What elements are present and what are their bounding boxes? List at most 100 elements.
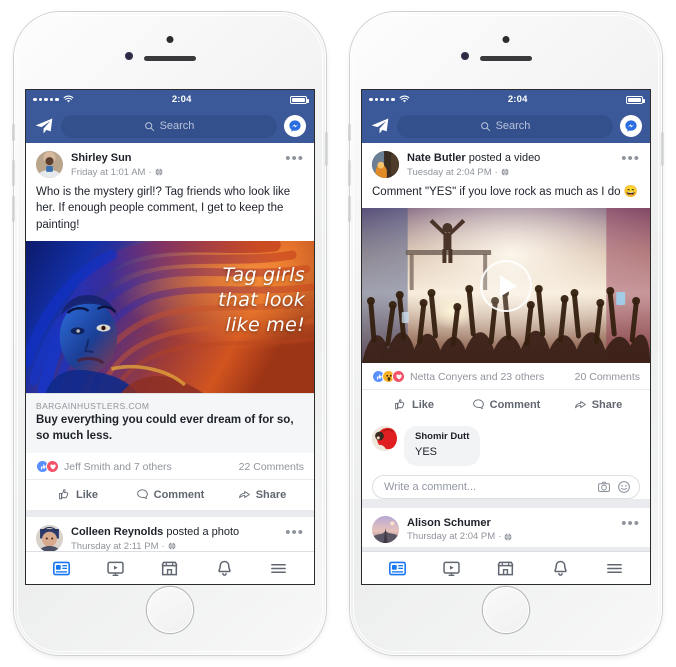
post-video[interactable] bbox=[362, 208, 650, 364]
home-button[interactable] bbox=[147, 587, 193, 633]
globe-icon bbox=[168, 542, 176, 550]
news-feed-icon bbox=[388, 561, 406, 575]
avatar[interactable] bbox=[36, 151, 63, 178]
comment-author[interactable]: Shomir Dutt bbox=[415, 431, 469, 443]
earpiece-speaker bbox=[144, 56, 196, 61]
sidebar-item-watch[interactable] bbox=[442, 559, 461, 578]
comment-avatar[interactable] bbox=[372, 426, 397, 452]
ellipsis-icon[interactable]: ••• bbox=[621, 516, 640, 531]
paper-plane-icon[interactable] bbox=[34, 116, 54, 136]
news-feed-icon bbox=[52, 561, 70, 575]
comment-input-placeholder: Write a comment... bbox=[384, 480, 477, 493]
volume-up-button[interactable] bbox=[348, 160, 351, 186]
post-header: Alison Schumer Thursday at 2:04 PM · ••• bbox=[362, 508, 650, 547]
love-reaction-icon bbox=[392, 370, 405, 384]
reaction-icons[interactable] bbox=[36, 460, 59, 474]
messenger-icon[interactable] bbox=[620, 115, 642, 137]
comment-button[interactable]: Comment bbox=[460, 395, 552, 414]
status-bar: 2:04 bbox=[26, 90, 314, 109]
reaction-text[interactable]: Netta Conyers and 23 others bbox=[410, 371, 544, 383]
storefront-icon bbox=[161, 561, 179, 575]
comments-count[interactable]: 20 Comments bbox=[575, 371, 640, 383]
play-button-icon[interactable] bbox=[480, 259, 532, 312]
status-bar: 2:04 bbox=[362, 90, 650, 109]
wifi-icon bbox=[63, 95, 73, 103]
ellipsis-icon[interactable]: ••• bbox=[285, 151, 304, 166]
sidebar-item-news-feed[interactable] bbox=[52, 559, 71, 578]
volume-down-button[interactable] bbox=[348, 196, 351, 222]
ellipsis-icon[interactable]: ••• bbox=[621, 151, 640, 166]
navigation-bar: Search bbox=[26, 109, 314, 143]
avatar[interactable] bbox=[36, 525, 63, 551]
silent-switch[interactable] bbox=[12, 124, 15, 141]
like-label: Like bbox=[75, 488, 98, 501]
sidebar-item-news-feed[interactable] bbox=[388, 559, 407, 578]
post-author[interactable]: Shirley Sun bbox=[71, 152, 277, 166]
bell-icon bbox=[554, 560, 567, 576]
ellipsis-icon[interactable]: ••• bbox=[285, 525, 304, 540]
post-timestamp: Tuesday at 2:04 PM bbox=[407, 166, 492, 178]
globe-icon bbox=[155, 168, 163, 176]
sidebar-item-menu[interactable] bbox=[269, 559, 288, 578]
avatar[interactable] bbox=[372, 151, 399, 178]
link-domain: BARGAINHUSTLERS.COM bbox=[36, 400, 150, 411]
share-label: Share bbox=[255, 488, 287, 501]
sidebar-item-notifications[interactable] bbox=[215, 559, 234, 578]
search-input[interactable]: Search bbox=[397, 114, 613, 138]
post-card: Colleen Reynolds posted a photo Thursday… bbox=[26, 517, 314, 551]
camera-icon[interactable] bbox=[597, 480, 611, 494]
sidebar-item-menu[interactable] bbox=[605, 559, 624, 578]
post-image[interactable]: Tag girls that look like me! bbox=[26, 240, 314, 393]
globe-icon bbox=[501, 168, 509, 176]
reaction-text[interactable]: Jeff Smith and 7 others bbox=[64, 461, 172, 473]
sidebar-item-marketplace[interactable] bbox=[160, 559, 179, 578]
share-button[interactable]: Share bbox=[552, 395, 644, 414]
power-button[interactable] bbox=[661, 132, 664, 166]
search-input[interactable]: Search bbox=[61, 114, 277, 138]
sidebar-item-notifications[interactable] bbox=[551, 559, 570, 578]
comment-label: Comment bbox=[153, 488, 205, 501]
post-card: Alison Schumer Thursday at 2:04 PM · ••• bbox=[362, 507, 650, 547]
comment-button[interactable]: Comment bbox=[124, 485, 216, 504]
messenger-icon[interactable] bbox=[284, 115, 306, 137]
screen-left: 2:04 Search Shirley Sun Friday at 1:01 A… bbox=[25, 89, 315, 585]
paper-plane-icon[interactable] bbox=[370, 116, 390, 136]
post-actions: Like Comment Share bbox=[362, 390, 650, 420]
globe-icon bbox=[504, 533, 512, 541]
thumbs-up-icon bbox=[395, 399, 405, 410]
post-action-text: posted a video bbox=[468, 152, 541, 164]
comment-text: YES bbox=[415, 445, 438, 458]
reaction-icons[interactable] bbox=[372, 370, 405, 384]
comments-count[interactable]: 22 Comments bbox=[239, 461, 304, 473]
post-author[interactable]: Colleen Reynolds posted a photo bbox=[71, 526, 277, 540]
like-button[interactable]: Like bbox=[32, 485, 124, 504]
post-author-name: Colleen Reynolds bbox=[71, 526, 164, 539]
post-author[interactable]: Alison Schumer bbox=[407, 517, 613, 531]
sidebar-item-marketplace[interactable] bbox=[496, 559, 515, 578]
volume-down-button[interactable] bbox=[12, 196, 15, 222]
power-button[interactable] bbox=[325, 132, 328, 166]
home-button[interactable] bbox=[483, 587, 529, 633]
volume-up-button[interactable] bbox=[12, 160, 15, 186]
search-placeholder: Search bbox=[159, 120, 195, 132]
post-author[interactable]: Nate Butler posted a video bbox=[407, 152, 613, 166]
like-button[interactable]: Like bbox=[368, 395, 460, 414]
search-icon bbox=[144, 121, 154, 131]
link-attachment[interactable]: BARGAINHUSTLERS.COM Buy everything you c… bbox=[26, 392, 314, 454]
post-meta: Friday at 1:01 AM · bbox=[71, 167, 277, 178]
comment-bubble-icon bbox=[472, 399, 484, 410]
news-feed-left[interactable]: Shirley Sun Friday at 1:01 AM · ••• Who … bbox=[26, 143, 314, 551]
share-button[interactable]: Share bbox=[216, 485, 308, 504]
sidebar-item-watch[interactable] bbox=[106, 559, 125, 578]
avatar[interactable] bbox=[372, 515, 399, 543]
comment-composer[interactable]: Write a comment... bbox=[372, 474, 640, 499]
post-meta: Thursday at 2:04 PM · bbox=[407, 531, 613, 542]
post-author-name: Shirley Sun bbox=[71, 152, 132, 164]
like-label: Like bbox=[411, 398, 434, 411]
caption-line-2: that look bbox=[218, 289, 305, 312]
silent-switch[interactable] bbox=[348, 124, 351, 141]
post-text: Who is the mystery girl!? Tag friends wh… bbox=[36, 186, 291, 231]
smiley-face-icon[interactable] bbox=[617, 480, 631, 494]
news-feed-right[interactable]: Nate Butler posted a video Tuesday at 2:… bbox=[362, 143, 650, 551]
battery-full-icon bbox=[625, 95, 645, 104]
